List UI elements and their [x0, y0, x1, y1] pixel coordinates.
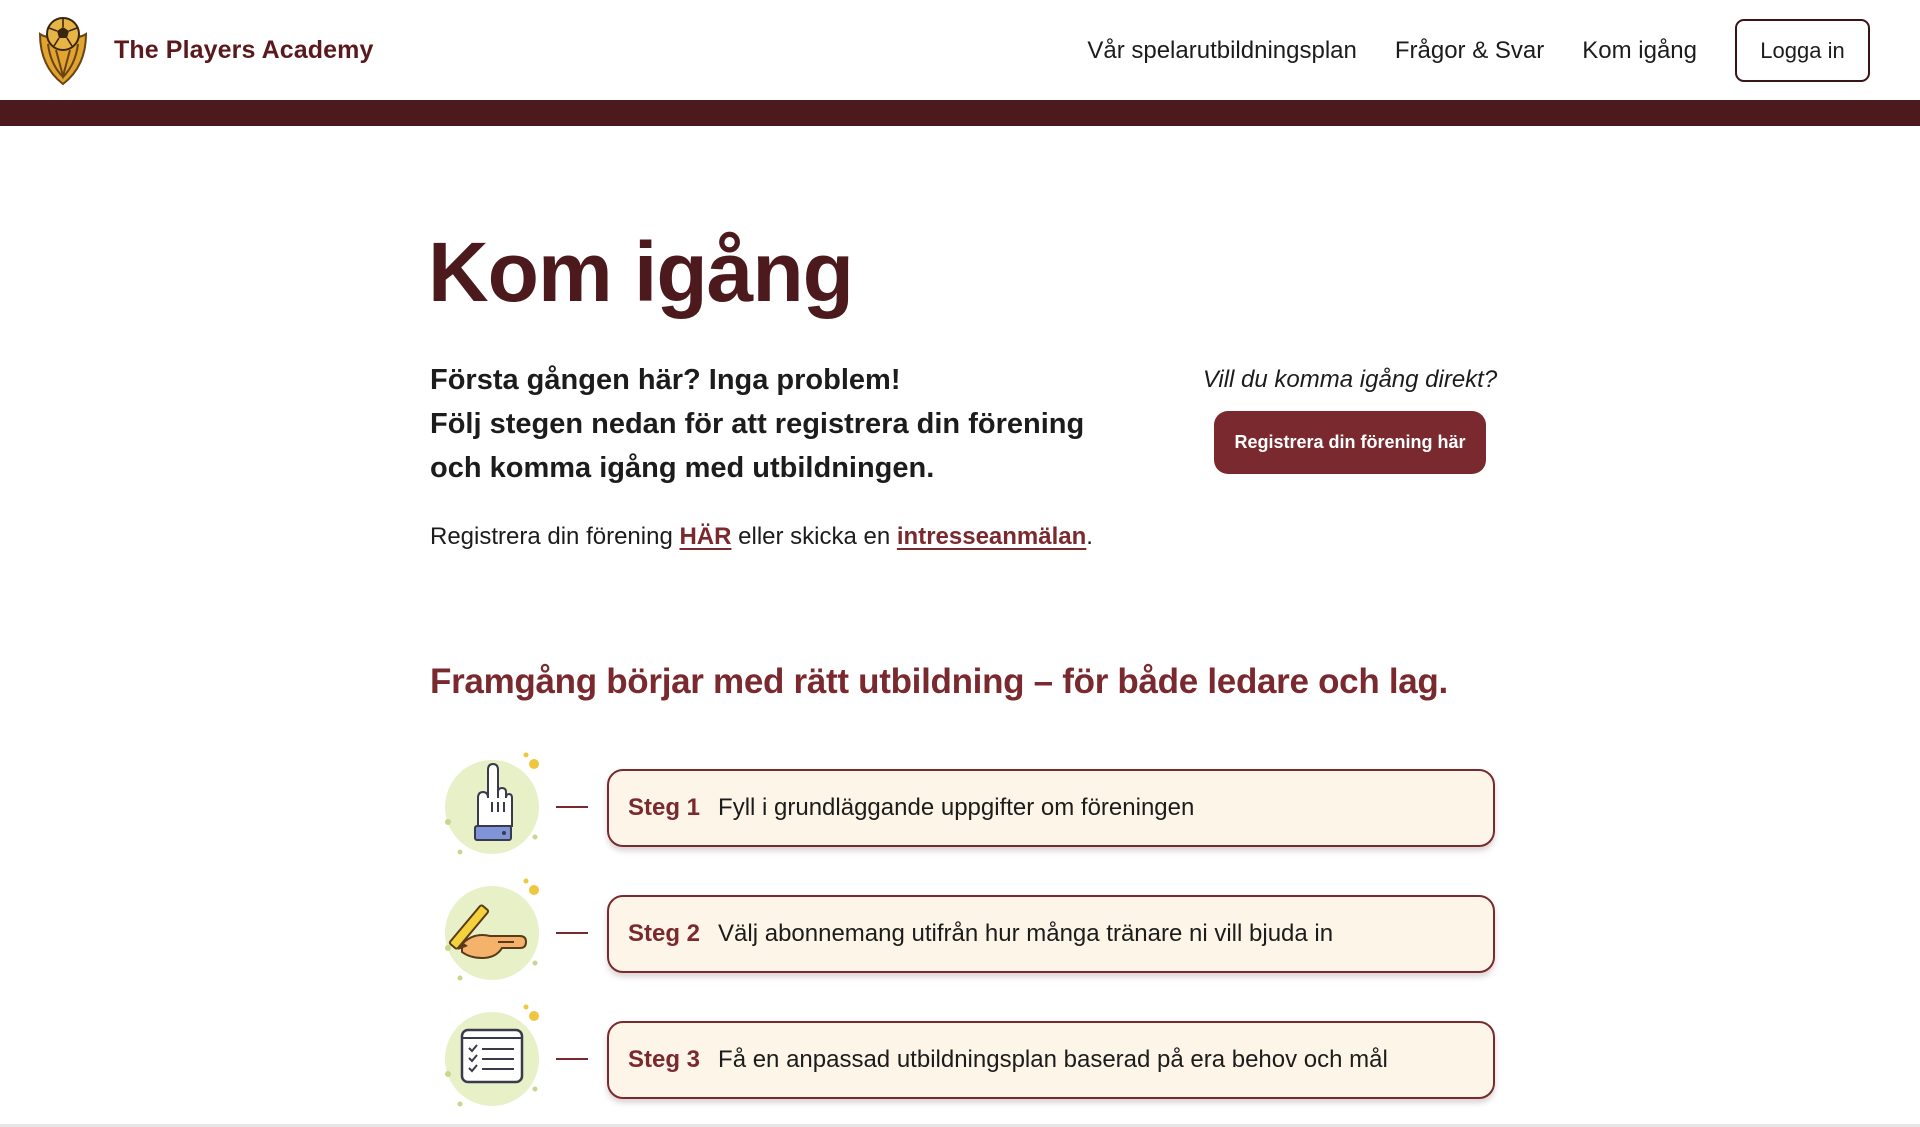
- step-connector: [556, 1058, 588, 1060]
- step-item: Steg 1 Fyll i grundläggande uppgifter om…: [440, 752, 1495, 862]
- header-accent-bar: [0, 100, 1920, 126]
- register-middle: eller skicka en: [731, 523, 897, 550]
- intro-text: Första gången här? Inga problem! Följ st…: [430, 358, 1110, 490]
- register-suffix: .: [1086, 523, 1093, 550]
- section-heading: Framgång börjar med rätt utbildning – fö…: [430, 662, 1448, 701]
- site-header: The Players Academy Vår spelarutbildning…: [0, 0, 1920, 100]
- step-label: Steg 2: [628, 920, 701, 947]
- nav-link-spelarutbildningsplan[interactable]: Vår spelarutbildningsplan: [1087, 37, 1357, 65]
- step-text: Få en anpassad utbildningsplan baserad p…: [718, 1046, 1388, 1073]
- quick-start-box: Vill du komma igång direkt? Registrera d…: [1180, 360, 1520, 474]
- register-har-link[interactable]: HÄR: [679, 523, 731, 550]
- nav-link-faq[interactable]: Frågor & Svar: [1395, 37, 1544, 65]
- hand-writing-icon: [445, 878, 539, 981]
- step-label: Steg 3: [628, 1046, 701, 1073]
- football-shield-logo-icon: [38, 17, 88, 86]
- step-text: Fyll i grundläggande uppgifter om föreni…: [718, 794, 1195, 821]
- register-prefix: Registrera din förening: [430, 523, 680, 550]
- login-button[interactable]: Logga in: [1735, 19, 1870, 82]
- register-line: Registrera din förening HÄR eller skicka…: [430, 520, 1093, 554]
- step-connector: [556, 932, 588, 934]
- step-card: Steg 1 Fyll i grundläggande uppgifter om…: [607, 769, 1495, 847]
- step-item: Steg 2 Välj abonnemang utifrån hur många…: [440, 878, 1495, 988]
- step-item: Steg 3 Få en anpassad utbildningsplan ba…: [440, 1004, 1495, 1114]
- intro-line: Följ stegen nedan för att registrera din…: [430, 408, 1085, 440]
- page-title: Kom igång: [428, 225, 854, 319]
- pointing-hand-icon: [445, 752, 539, 855]
- interest-form-link[interactable]: intresseanmälan: [897, 523, 1086, 550]
- step-card: Steg 3 Få en anpassad utbildningsplan ba…: [607, 1021, 1495, 1099]
- brand-home-link[interactable]: The Players Academy: [36, 14, 373, 86]
- nav-link-kom-igang[interactable]: Kom igång: [1582, 37, 1697, 65]
- cta-question: Vill du komma igång direkt?: [1202, 366, 1498, 393]
- intro-line: och komma igång med utbildningen.: [430, 452, 935, 484]
- step-connector: [556, 806, 588, 808]
- intro-line: Första gången här? Inga problem!: [430, 364, 901, 396]
- step-text: Välj abonnemang utifrån hur många tränar…: [718, 920, 1334, 947]
- brand-name: The Players Academy: [114, 35, 374, 64]
- register-club-button[interactable]: Registrera din förening här: [1214, 411, 1486, 474]
- main-navigation: Vår spelarutbildningsplan Frågor & Svar …: [1087, 19, 1870, 82]
- checklist-icon: [445, 1004, 539, 1107]
- step-card: Steg 2 Välj abonnemang utifrån hur många…: [607, 895, 1495, 973]
- step-label: Steg 1: [628, 794, 701, 821]
